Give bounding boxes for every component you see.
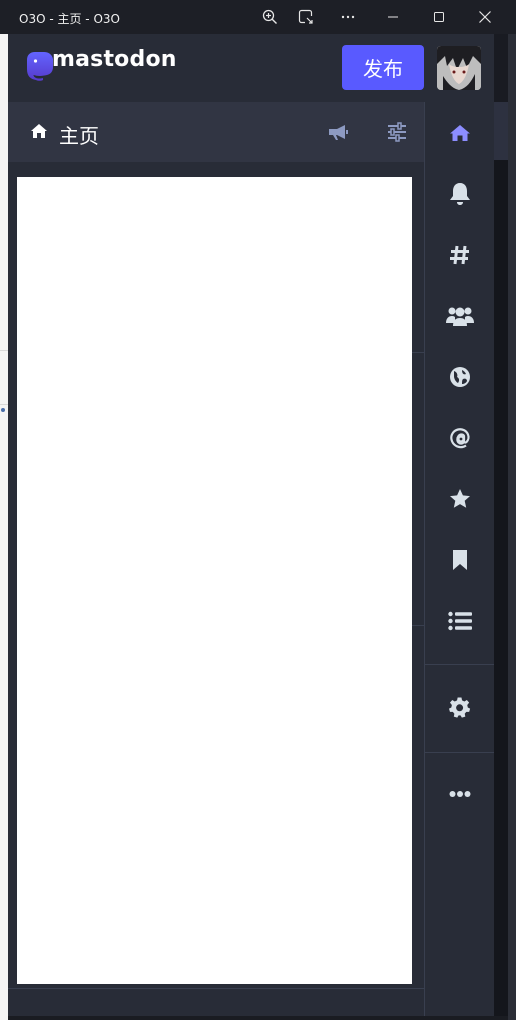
home-icon: [31, 124, 47, 138]
nav-federated[interactable]: [425, 347, 494, 407]
ellipsis-icon: [449, 791, 470, 797]
window-titlebar: O3O - 主页 - O3O: [0, 0, 516, 34]
scrollbar-track[interactable]: [494, 160, 508, 1016]
minimize-button[interactable]: [378, 4, 408, 30]
sliders-icon: [388, 122, 406, 142]
users-icon: [445, 307, 474, 326]
nav-community[interactable]: [425, 286, 494, 346]
more-options-button[interactable]: [333, 4, 363, 30]
minimize-icon: [388, 16, 398, 18]
navigation-panel: [424, 102, 494, 1018]
nav-home[interactable]: [425, 103, 494, 163]
nav-bookmarks[interactable]: [425, 530, 494, 590]
close-icon: [479, 11, 491, 23]
logo-wordmark: mastodon: [52, 47, 177, 72]
at-icon: [449, 428, 470, 449]
gear-icon: [448, 697, 470, 718]
app-available-button[interactable]: [291, 4, 321, 30]
nav-lists[interactable]: [425, 591, 494, 651]
timeline-content[interactable]: [17, 177, 412, 984]
nav-notifications[interactable]: [425, 164, 494, 224]
nav-divider: [425, 752, 494, 753]
divider: [412, 625, 424, 626]
bell-icon: [449, 183, 470, 205]
bookmark-icon: [452, 550, 467, 570]
zoom-button[interactable]: [255, 4, 285, 30]
nav-favourites[interactable]: [425, 469, 494, 529]
maximize-icon: [434, 12, 444, 22]
divider: [8, 988, 424, 989]
publish-button[interactable]: 发布: [342, 45, 424, 90]
background-dot: [1, 408, 5, 412]
window-bottom-edge: [8, 1016, 508, 1020]
close-button[interactable]: [470, 4, 500, 30]
hashtag-icon: [449, 245, 469, 265]
announcements-button[interactable]: [326, 120, 350, 144]
nav-more[interactable]: [425, 764, 494, 824]
install-app-icon: [298, 9, 313, 24]
bullhorn-icon: [329, 125, 348, 140]
avatar[interactable]: [437, 46, 481, 90]
window-title: O3O - 主页 - O3O: [19, 12, 120, 26]
nav-preferences[interactable]: [425, 678, 494, 738]
column-title: 主页: [59, 124, 99, 148]
star-icon: [449, 489, 470, 508]
maximize-button[interactable]: [424, 4, 454, 30]
mastodon-logo-icon[interactable]: [26, 51, 54, 85]
window-edge: [508, 34, 516, 1020]
column-settings-button[interactable]: [385, 120, 409, 144]
globe-icon: [449, 367, 470, 387]
nav-divider: [425, 664, 494, 665]
list-icon: [447, 611, 472, 631]
nav-explore[interactable]: [425, 225, 494, 285]
app-header: mastodon 发布: [8, 34, 494, 102]
background-page-strip: [0, 34, 8, 1020]
ellipsis-icon: [341, 15, 355, 19]
nav-mentions[interactable]: [425, 408, 494, 468]
home-icon: [449, 125, 470, 141]
avatar-image: [437, 46, 481, 90]
home-column: 主页: [8, 102, 424, 1018]
divider: [412, 352, 424, 353]
zoom-in-icon: [262, 9, 277, 24]
column-header: 主页: [8, 102, 424, 162]
